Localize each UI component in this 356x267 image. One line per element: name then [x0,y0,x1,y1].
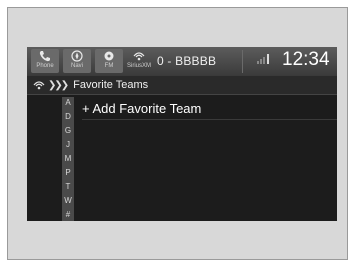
alpha-index-item[interactable]: # [66,210,70,220]
radio-icon [103,49,115,63]
alpha-index-item[interactable]: J [66,140,70,150]
alpha-index[interactable]: A D G J M P T W # [62,97,74,221]
compass-icon [71,49,83,63]
favorite-teams-list: + Add Favorite Team [82,97,337,120]
breadcrumb: ❯❯❯ Favorite Teams [27,76,337,95]
station-readout: 0 - BBBBB [157,54,217,68]
alpha-index-item[interactable]: W [64,196,72,206]
divider [242,50,243,73]
fm-button[interactable]: FM [95,49,123,73]
alpha-index-item[interactable]: D [65,112,71,122]
infotainment-screen: Phone Navi FM SiriusXM 0 - BBBBB 12:34 ❯… [27,47,337,221]
alpha-index-item[interactable]: G [65,126,71,136]
alpha-index-item[interactable]: T [66,182,71,192]
alpha-index-item[interactable]: P [65,168,70,178]
alpha-index-item[interactable]: M [65,154,72,164]
siriusxm-icon [132,49,146,63]
phone-label: Phone [36,63,54,69]
phone-icon [39,49,51,63]
chevron-right-icon: ❯❯❯ [48,79,69,91]
phone-button[interactable]: Phone [31,49,59,73]
status-bar: Phone Navi FM SiriusXM 0 - BBBBB 12:34 [27,47,337,76]
siriusxm-icon [33,81,45,90]
navi-button[interactable]: Navi [63,49,91,73]
siriusxm-button[interactable]: SiriusXM [127,49,151,73]
siriusxm-label: SiriusXM [127,63,152,69]
alpha-index-item[interactable]: A [65,98,70,108]
page-title: Favorite Teams [73,79,149,91]
signal-strength-icon [257,54,269,64]
fm-label: FM [104,63,114,69]
clock: 12:34 [282,49,330,70]
navi-label: Navi [70,63,83,69]
add-favorite-team-button[interactable]: + Add Favorite Team [82,97,337,120]
